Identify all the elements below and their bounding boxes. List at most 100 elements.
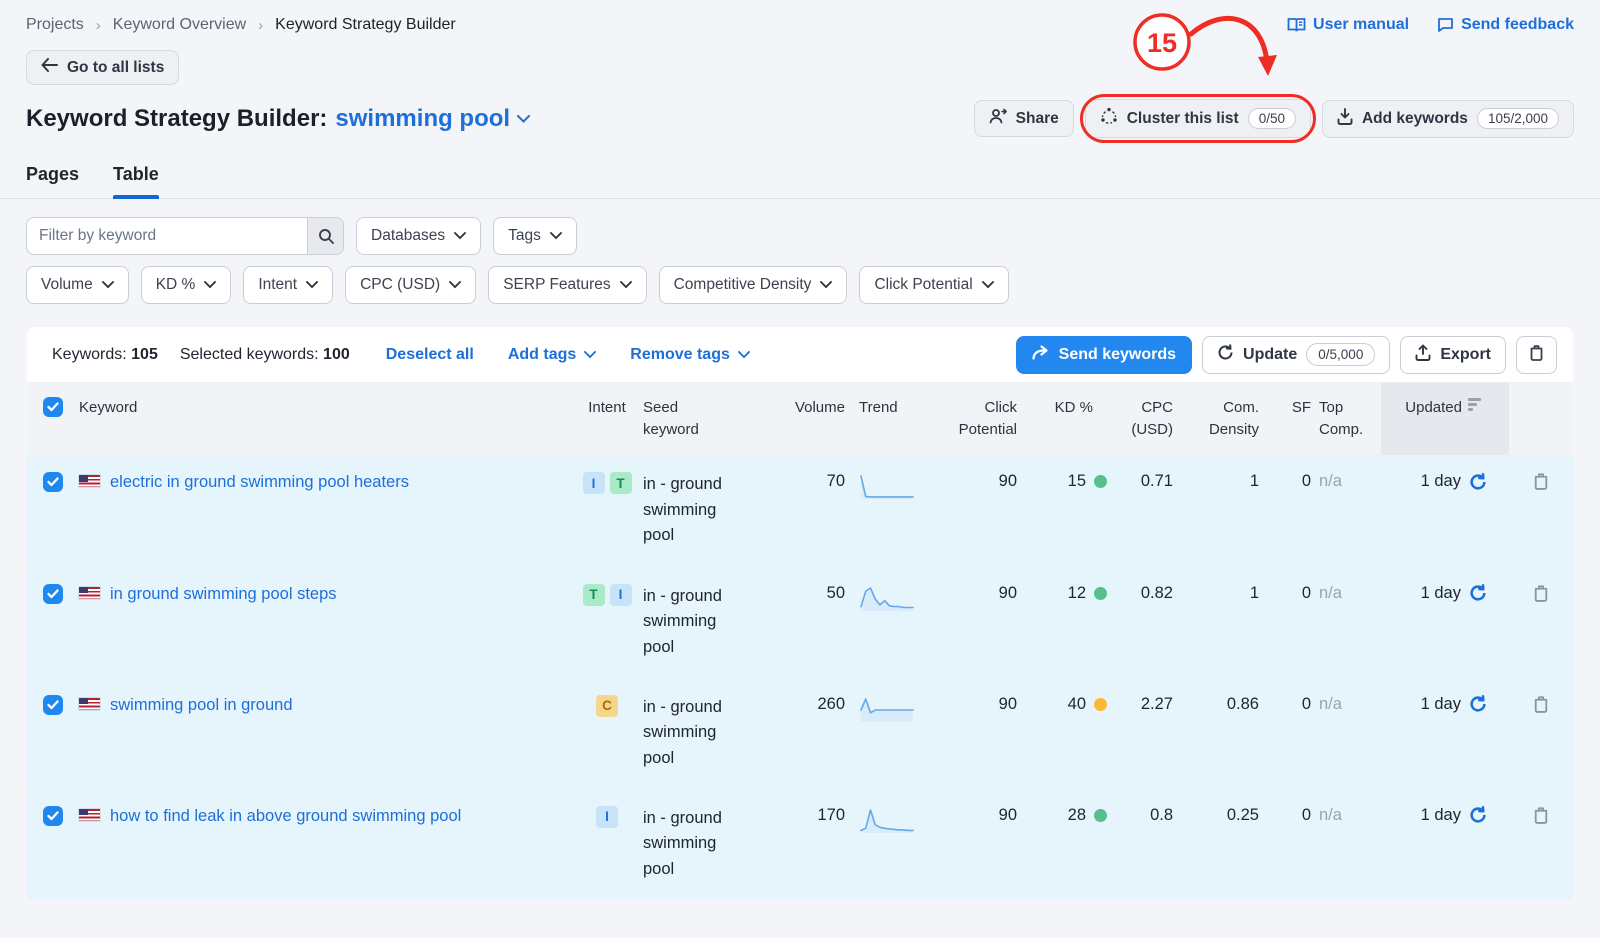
com-density-value: 1 bbox=[1187, 455, 1273, 566]
arrow-left-icon bbox=[41, 58, 58, 77]
add-tags-dropdown[interactable]: Add tags bbox=[508, 346, 596, 364]
import-icon bbox=[1337, 108, 1353, 130]
share-person-icon bbox=[989, 108, 1007, 129]
chevron-down-icon bbox=[820, 281, 832, 289]
seed-keyword: in - ground swimming pool bbox=[643, 698, 722, 767]
share-button[interactable]: Share bbox=[974, 100, 1074, 137]
col-header-seed-keyword[interactable]: Seed keyword bbox=[643, 383, 755, 455]
col-header-updated[interactable]: Updated bbox=[1381, 383, 1509, 455]
col-header-volume[interactable]: Volume bbox=[755, 383, 859, 455]
keyword-link[interactable]: electric in ground swimming pool heaters bbox=[110, 472, 409, 493]
trend-sparkline bbox=[859, 488, 915, 506]
com-density-value: 1 bbox=[1187, 566, 1273, 677]
col-header-kd[interactable]: KD % bbox=[1031, 383, 1117, 455]
chevron-down-icon bbox=[982, 281, 994, 289]
col-header-click-potential[interactable]: Click Potential bbox=[935, 383, 1031, 455]
filter-chip-serp-features[interactable]: SERP Features bbox=[488, 266, 646, 304]
filter-chip-label: CPC (USD) bbox=[360, 276, 440, 294]
refresh-icon[interactable] bbox=[1469, 584, 1487, 602]
us-flag-icon bbox=[79, 475, 100, 487]
deselect-all-link[interactable]: Deselect all bbox=[386, 346, 474, 364]
seed-keyword: in - ground swimming pool bbox=[643, 475, 722, 544]
chevron-down-icon bbox=[620, 281, 632, 289]
filter-chip-intent[interactable]: Intent bbox=[243, 266, 333, 304]
keyword-filter-group bbox=[26, 217, 344, 255]
add-keywords-button[interactable]: Add keywords 105/2,000 bbox=[1322, 100, 1574, 138]
go-to-all-lists-button[interactable]: Go to all lists bbox=[26, 50, 179, 85]
intent-badges: C bbox=[571, 695, 643, 717]
sf-value: 0 bbox=[1273, 788, 1319, 899]
kd-dot bbox=[1094, 809, 1107, 822]
table-row: electric in ground swimming pool heaters… bbox=[27, 455, 1573, 566]
keyword-filter-input[interactable] bbox=[26, 217, 307, 255]
export-icon bbox=[1415, 344, 1431, 366]
filter-row-2: Volume KD % Intent CPC (USD) SERP Features Co… bbox=[0, 255, 1600, 304]
send-feedback-link[interactable]: Send feedback bbox=[1437, 16, 1574, 34]
book-icon bbox=[1287, 17, 1306, 33]
refresh-icon[interactable] bbox=[1469, 695, 1487, 713]
table-toolbar: Keywords: 105 Selected keywords: 100 Des… bbox=[27, 327, 1573, 383]
volume-value: 50 bbox=[755, 566, 859, 677]
filter-chip-databases[interactable]: Databases bbox=[356, 217, 481, 255]
com-density-value: 0.25 bbox=[1187, 788, 1273, 899]
sort-desc-icon bbox=[1468, 398, 1481, 413]
keyword-link[interactable]: swimming pool in ground bbox=[110, 695, 293, 716]
tab-pages[interactable]: Pages bbox=[26, 164, 79, 198]
keyword-link[interactable]: how to find leak in above ground swimmin… bbox=[110, 806, 461, 827]
tab-table[interactable]: Table bbox=[113, 164, 159, 198]
delete-selected-button[interactable] bbox=[1516, 336, 1557, 374]
select-all-checkbox[interactable] bbox=[43, 397, 63, 417]
row-checkbox[interactable] bbox=[43, 584, 63, 604]
col-header-top-comp[interactable]: Top Comp. bbox=[1319, 383, 1381, 455]
user-manual-link[interactable]: User manual bbox=[1287, 16, 1409, 34]
list-name-dropdown[interactable]: swimming pool bbox=[335, 105, 530, 133]
row-delete-button[interactable] bbox=[1533, 806, 1549, 824]
top-bar: Projects › Keyword Overview › Keyword St… bbox=[0, 0, 1600, 34]
intent-badges: IT bbox=[571, 472, 643, 494]
col-header-com-density[interactable]: Com. Density bbox=[1187, 383, 1273, 455]
chevron-down-icon bbox=[517, 115, 530, 123]
row-delete-button[interactable] bbox=[1533, 695, 1549, 713]
keywords-card: Keywords: 105 Selected keywords: 100 Des… bbox=[27, 327, 1573, 899]
cluster-this-list-button[interactable]: 15 Cluster this list 0/50 bbox=[1085, 99, 1311, 138]
keyword-link[interactable]: in ground swimming pool steps bbox=[110, 584, 337, 605]
export-label: Export bbox=[1440, 346, 1491, 364]
filter-chip-cpc-usd[interactable]: CPC (USD) bbox=[345, 266, 476, 304]
update-button[interactable]: Update 0/5,000 bbox=[1202, 336, 1390, 374]
filter-chip-click-potential[interactable]: Click Potential bbox=[859, 266, 1008, 304]
export-button[interactable]: Export bbox=[1400, 336, 1506, 374]
filter-chip-tags[interactable]: Tags bbox=[493, 217, 577, 255]
row-checkbox[interactable] bbox=[43, 472, 63, 492]
row-delete-button[interactable] bbox=[1533, 584, 1549, 602]
row-checkbox[interactable] bbox=[43, 695, 63, 715]
refresh-icon[interactable] bbox=[1469, 473, 1487, 491]
chevron-down-icon bbox=[449, 281, 461, 289]
breadcrumb-keyword-overview[interactable]: Keyword Overview bbox=[113, 16, 246, 34]
selected-keywords-count: Selected keywords: 100 bbox=[180, 346, 350, 364]
chevron-down-icon bbox=[738, 351, 750, 359]
filter-row-1: Databases Tags bbox=[0, 199, 1600, 255]
col-header-trend[interactable]: Trend bbox=[859, 383, 935, 455]
trend-sparkline bbox=[859, 822, 915, 840]
filter-chip-volume[interactable]: Volume bbox=[26, 266, 129, 304]
send-keywords-button[interactable]: Send keywords bbox=[1016, 336, 1192, 374]
row-checkbox[interactable] bbox=[43, 806, 63, 826]
col-header-cpc[interactable]: CPC (USD) bbox=[1117, 383, 1187, 455]
search-button[interactable] bbox=[307, 217, 344, 255]
refresh-icon[interactable] bbox=[1469, 806, 1487, 824]
filter-chip-competitive-density[interactable]: Competitive Density bbox=[659, 266, 848, 304]
col-header-sf[interactable]: SF bbox=[1273, 383, 1319, 455]
us-flag-icon bbox=[79, 698, 100, 710]
volume-value: 70 bbox=[755, 455, 859, 566]
sf-value: 0 bbox=[1273, 455, 1319, 566]
row-delete-button[interactable] bbox=[1533, 472, 1549, 490]
tab-bar: Pages Table bbox=[0, 138, 1600, 199]
cluster-icon bbox=[1100, 107, 1118, 130]
col-header-keyword[interactable]: Keyword bbox=[79, 383, 571, 455]
filter-chip-kd[interactable]: KD % bbox=[141, 266, 232, 304]
cluster-count-pill: 0/50 bbox=[1248, 108, 1296, 129]
col-header-intent[interactable]: Intent bbox=[571, 383, 643, 455]
intent-badges: TI bbox=[571, 584, 643, 606]
remove-tags-dropdown[interactable]: Remove tags bbox=[630, 346, 750, 364]
breadcrumb-projects[interactable]: Projects bbox=[26, 16, 84, 34]
